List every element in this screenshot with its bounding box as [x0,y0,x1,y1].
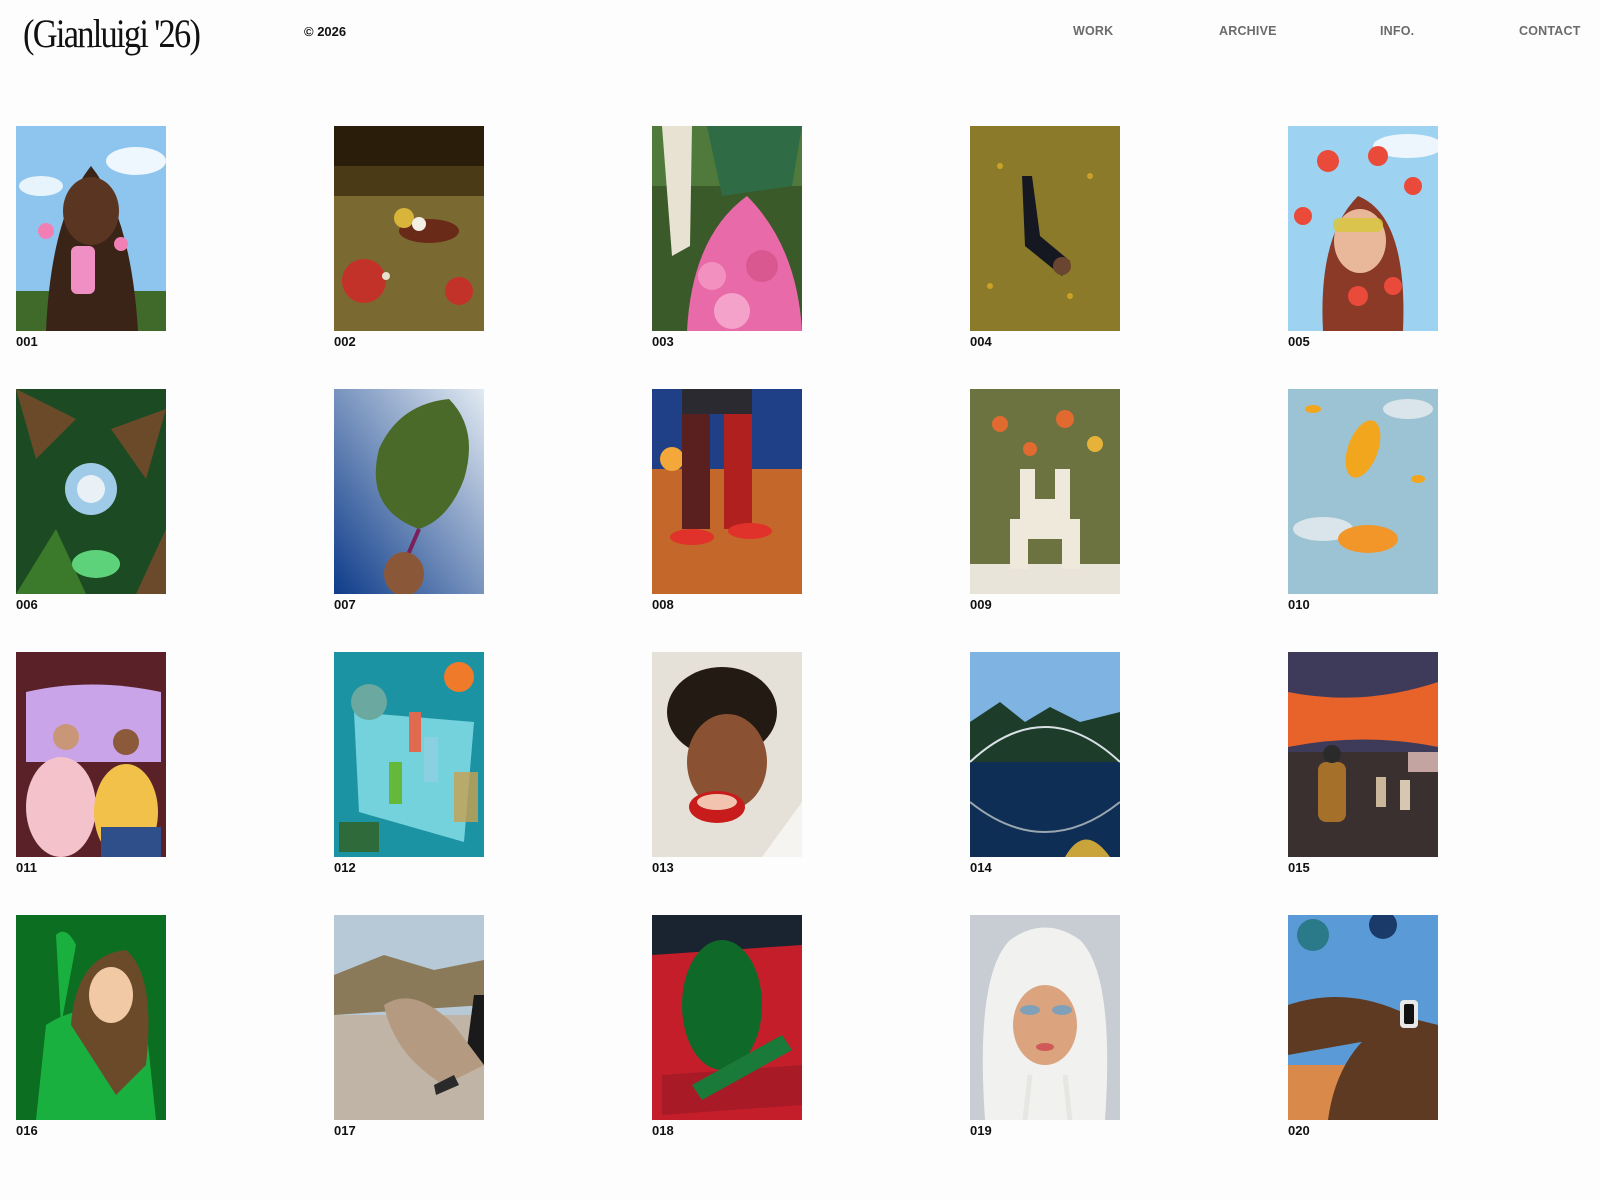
project-thumbnail[interactable] [1288,915,1438,1120]
project-tile[interactable]: 008 [652,389,802,652]
project-thumbnail[interactable] [1288,389,1438,594]
nav-archive-link[interactable]: ARCHIVE [1219,24,1277,38]
project-tile[interactable]: 006 [16,389,166,652]
project-tile[interactable]: 020 [1288,915,1438,1178]
project-tile[interactable]: 007 [334,389,484,652]
project-thumbnail[interactable] [16,126,166,331]
project-thumbnail[interactable] [970,915,1120,1120]
project-number: 005 [1288,334,1310,349]
nav-work-link[interactable]: WORK [1073,24,1113,38]
project-tile[interactable]: 019 [970,915,1120,1178]
project-number: 007 [334,597,356,612]
project-number: 014 [970,860,992,875]
project-thumbnail[interactable] [334,915,484,1120]
project-number: 020 [1288,1123,1310,1138]
project-number: 001 [16,334,38,349]
project-number: 015 [1288,860,1310,875]
project-number: 003 [652,334,674,349]
project-tile[interactable]: 014 [970,652,1120,915]
site-header: (Gianluigi '26) © 2026 WORK ARCHIVE INFO… [0,0,1600,70]
project-thumbnail[interactable] [652,915,802,1120]
project-thumbnail[interactable] [970,126,1120,331]
project-thumbnail[interactable] [334,126,484,331]
site-logo[interactable]: (Gianluigi '26) [23,10,201,57]
project-number: 006 [16,597,38,612]
project-thumbnail[interactable] [970,652,1120,857]
project-number: 018 [652,1123,674,1138]
project-tile[interactable]: 005 [1288,126,1438,389]
nav-info-link[interactable]: INFO. [1380,24,1414,38]
project-number: 008 [652,597,674,612]
project-tile[interactable]: 009 [970,389,1120,652]
copyright-text: © 2026 [304,24,347,39]
project-tile[interactable]: 016 [16,915,166,1178]
project-tile[interactable]: 003 [652,126,802,389]
project-tile[interactable]: 004 [970,126,1120,389]
project-tile[interactable]: 013 [652,652,802,915]
project-tile[interactable]: 011 [16,652,166,915]
project-thumbnail[interactable] [334,389,484,594]
project-number: 004 [970,334,992,349]
project-number: 013 [652,860,674,875]
project-thumbnail[interactable] [334,652,484,857]
project-number: 011 [16,860,37,875]
project-thumbnail[interactable] [16,652,166,857]
project-thumbnail[interactable] [970,389,1120,594]
project-thumbnail[interactable] [16,389,166,594]
project-number: 002 [334,334,356,349]
project-number: 019 [970,1123,992,1138]
project-tile[interactable]: 018 [652,915,802,1178]
project-thumbnail[interactable] [652,389,802,594]
project-tile[interactable]: 017 [334,915,484,1178]
project-tile[interactable]: 010 [1288,389,1438,652]
portfolio-grid: 001 002 003 004 005 006 007 008 009 010 011 012 013 0… [16,126,1600,1178]
project-thumbnail[interactable] [652,652,802,857]
nav-contact-link[interactable]: CONTACT [1519,24,1581,38]
project-number: 016 [16,1123,38,1138]
project-tile[interactable]: 002 [334,126,484,389]
project-number: 017 [334,1123,356,1138]
project-thumbnail[interactable] [652,126,802,331]
project-thumbnail[interactable] [1288,126,1438,331]
project-thumbnail[interactable] [16,915,166,1120]
project-tile[interactable]: 015 [1288,652,1438,915]
project-number: 010 [1288,597,1310,612]
project-tile[interactable]: 001 [16,126,166,389]
project-number: 009 [970,597,992,612]
project-thumbnail[interactable] [1288,652,1438,857]
project-number: 012 [334,860,356,875]
project-tile[interactable]: 012 [334,652,484,915]
